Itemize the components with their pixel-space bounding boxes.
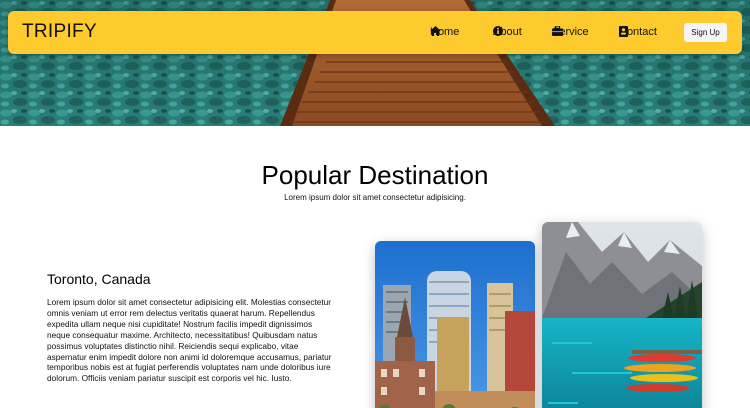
toronto-photo [375, 241, 535, 408]
info-icon [493, 26, 503, 36]
navbar: TRIPIFY Home About Service Contact Sign … [8, 11, 742, 54]
destination-title: Toronto, Canada [47, 271, 151, 287]
signup-button[interactable]: Sign Up [684, 23, 727, 42]
nav-about[interactable]: About [493, 26, 522, 38]
hero-banner: TRIPIFY Home About Service Contact Sign … [0, 0, 750, 126]
destination-description: Lorem ipsum dolor sit amet consectetur a… [47, 297, 332, 384]
briefcase-icon [552, 26, 563, 36]
lake-photo [542, 222, 702, 408]
brand-logo[interactable]: TRIPIFY [22, 21, 97, 43]
home-icon [430, 26, 441, 36]
section-subtitle: Lorem ipsum dolor sit amet consectetur a… [284, 193, 466, 202]
nav-home[interactable]: Home [430, 26, 459, 38]
contact-card-icon [619, 26, 628, 37]
nav-service[interactable]: Service [552, 26, 589, 38]
nav-contact[interactable]: Contact [619, 26, 657, 38]
section-title: Popular Destination [261, 160, 489, 190]
